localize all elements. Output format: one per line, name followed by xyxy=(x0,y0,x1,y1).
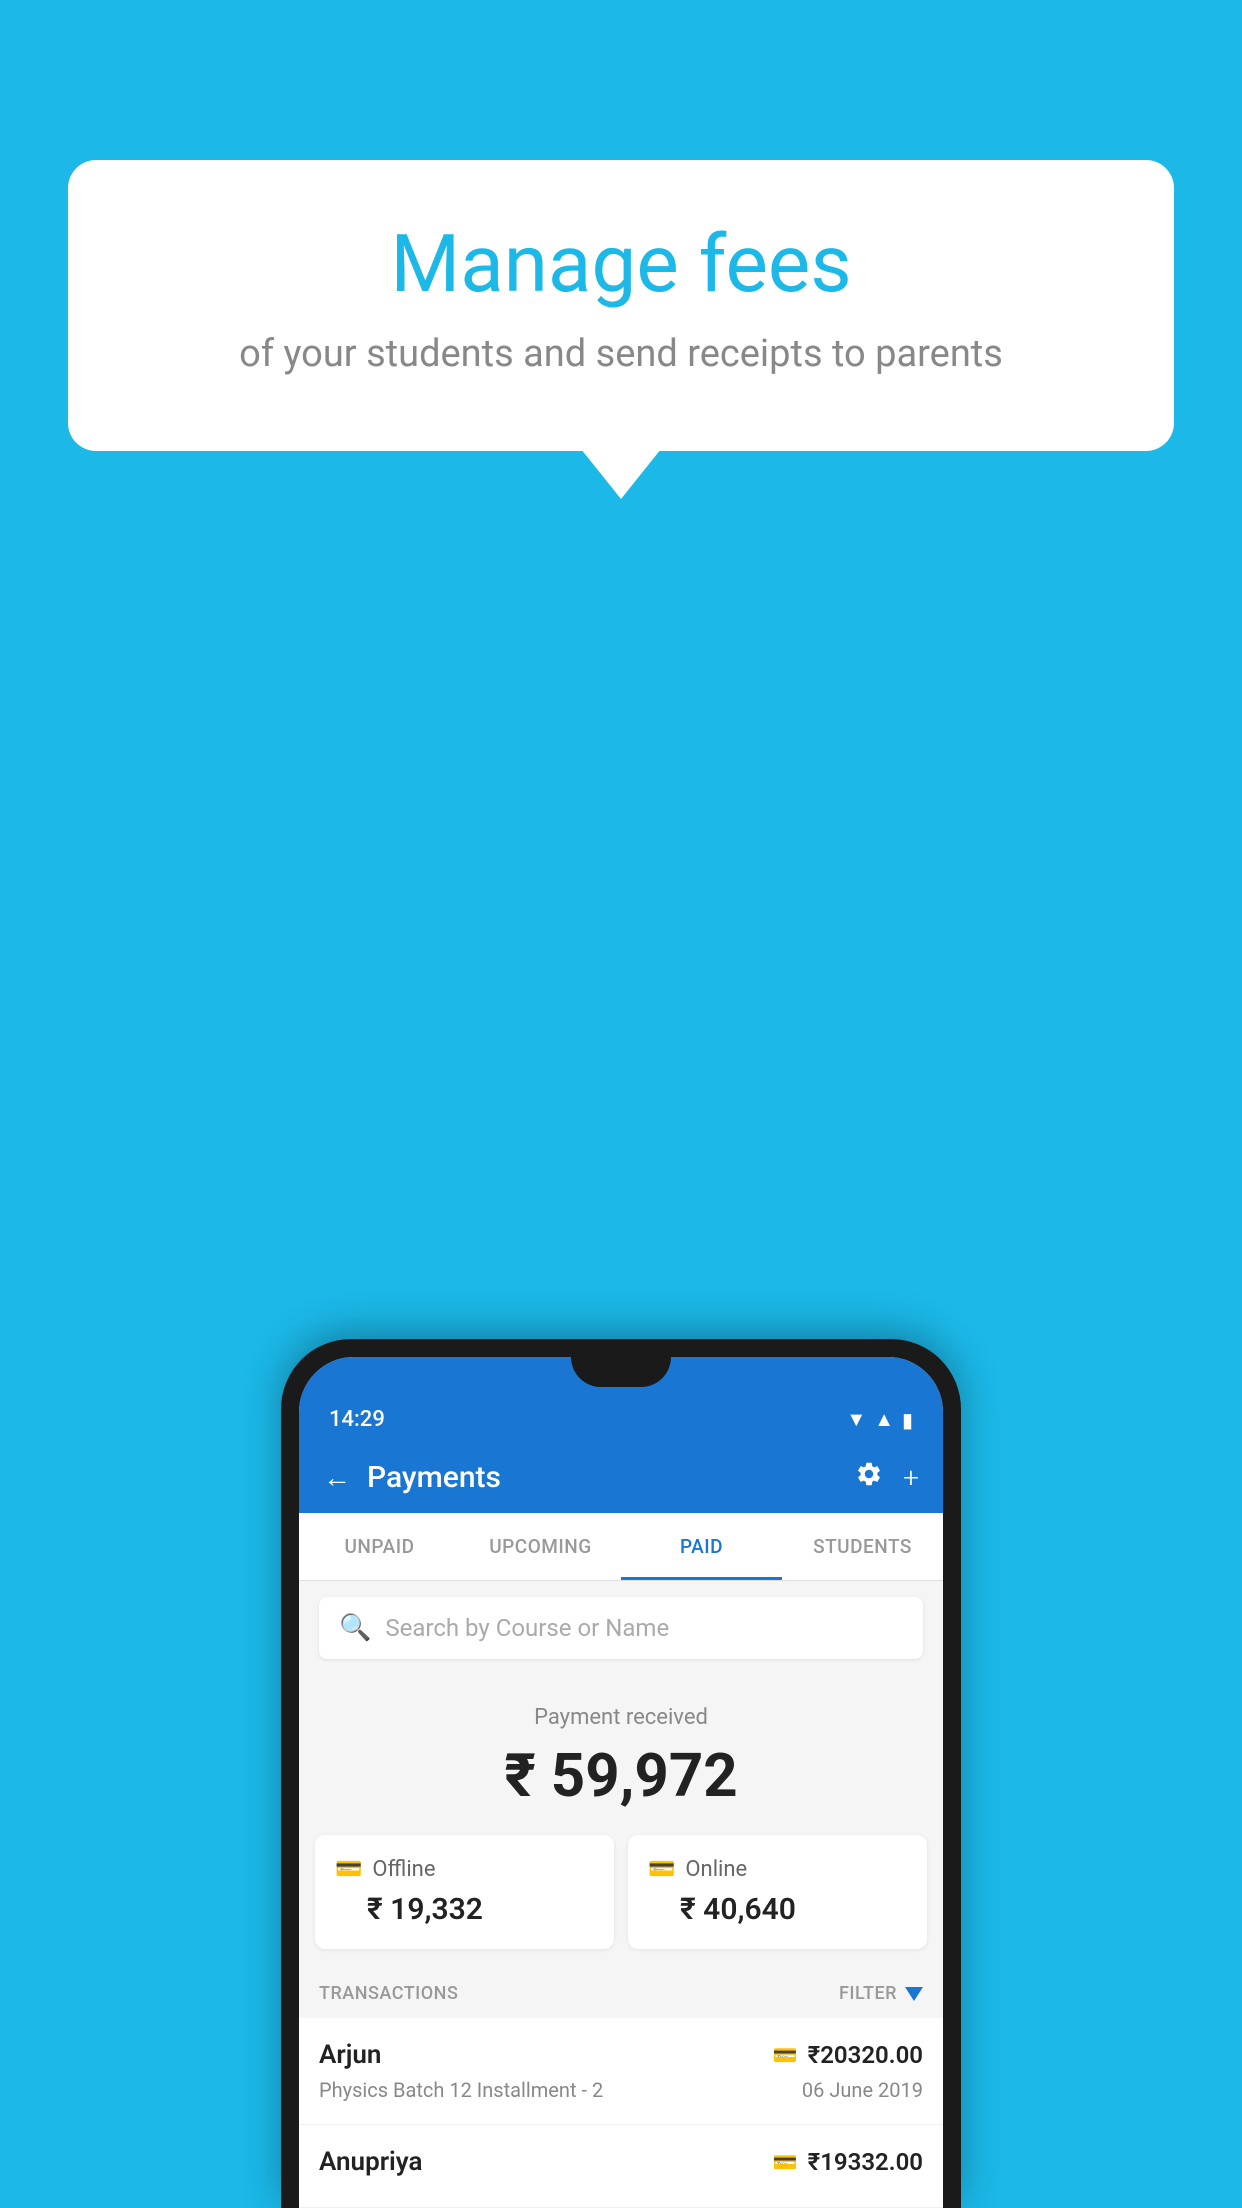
offline-card: 💳 Offline ₹ 19,332 xyxy=(315,1835,614,1949)
tabs-container: UNPAID UPCOMING PAID STUDENTS xyxy=(299,1513,943,1581)
bubble-title: Manage fees xyxy=(148,220,1094,308)
online-card: 💳 Online ₹ 40,640 xyxy=(628,1835,927,1949)
transaction-amount-2: ₹19332.00 xyxy=(808,2148,923,2176)
search-container: 🔍 Search by Course or Name xyxy=(299,1581,943,1675)
offline-card-header: 💳 Offline xyxy=(335,1857,594,1882)
notch-cutout xyxy=(571,1357,671,1387)
phone-inner: 14:29 ▼ ▲ ▮ ← Payments + xyxy=(299,1357,943,2208)
speech-bubble: Manage fees of your students and send re… xyxy=(68,160,1174,451)
online-icon: 💳 xyxy=(648,1857,675,1882)
transaction-name: Arjun xyxy=(319,2040,381,2070)
status-icons: ▼ ▲ ▮ xyxy=(846,1407,913,1432)
back-button[interactable]: ← xyxy=(323,1461,351,1494)
filter-icon xyxy=(905,1987,923,2001)
app-bar: ← Payments + xyxy=(299,1442,943,1513)
speech-bubble-container: Manage fees of your students and send re… xyxy=(68,160,1174,451)
search-input[interactable]: Search by Course or Name xyxy=(385,1614,669,1642)
tab-students[interactable]: STUDENTS xyxy=(782,1513,943,1580)
transactions-header: TRANSACTIONS FILTER xyxy=(299,1969,943,2018)
tab-paid[interactable]: PAID xyxy=(621,1513,782,1580)
online-card-amount: ₹ 40,640 xyxy=(648,1892,907,1927)
transaction-row[interactable]: Arjun 💳 ₹20320.00 Physics Batch 12 Insta… xyxy=(299,2018,943,2125)
phone-frame: 14:29 ▼ ▲ ▮ ← Payments + xyxy=(281,1339,961,2208)
offline-icon: 💳 xyxy=(335,1857,362,1882)
transaction-amount-row: 💳 ₹20320.00 xyxy=(773,2041,923,2069)
wifi-icon: ▼ xyxy=(846,1407,866,1432)
status-bar: 14:29 ▼ ▲ ▮ xyxy=(299,1393,943,1442)
settings-button[interactable] xyxy=(855,1460,883,1495)
card-payment-icon: 💳 xyxy=(773,2043,798,2067)
transactions-label: TRANSACTIONS xyxy=(319,1983,458,2004)
payment-received-amount: ₹ 59,972 xyxy=(319,1740,923,1811)
app-bar-title: Payments xyxy=(367,1460,501,1495)
filter-button[interactable]: FILTER xyxy=(839,1983,923,2004)
transaction-top-2: Anupriya 💳 ₹19332.00 xyxy=(319,2147,923,2177)
online-card-header: 💳 Online xyxy=(648,1857,907,1882)
payment-received-section: Payment received ₹ 59,972 xyxy=(299,1675,943,1835)
transaction-amount-row-2: 💳 ₹19332.00 xyxy=(773,2148,923,2176)
search-bar[interactable]: 🔍 Search by Course or Name xyxy=(319,1597,923,1659)
notch xyxy=(299,1357,943,1393)
status-time: 14:29 xyxy=(329,1407,385,1432)
transaction-name-2: Anupriya xyxy=(319,2147,423,2177)
filter-label: FILTER xyxy=(839,1983,897,2004)
transaction-course: Physics Batch 12 Installment - 2 xyxy=(319,2078,603,2102)
offline-payment-icon: 💳 xyxy=(773,2150,798,2174)
offline-card-amount: ₹ 19,332 xyxy=(335,1892,594,1927)
battery-icon: ▮ xyxy=(902,1408,913,1432)
bubble-subtitle: of your students and send receipts to pa… xyxy=(148,328,1094,381)
offline-card-label: Offline xyxy=(372,1857,435,1882)
search-icon: 🔍 xyxy=(339,1613,371,1643)
tab-unpaid[interactable]: UNPAID xyxy=(299,1513,460,1580)
transaction-top: Arjun 💳 ₹20320.00 xyxy=(319,2040,923,2070)
transaction-date: 06 June 2019 xyxy=(802,2078,923,2102)
payment-received-label: Payment received xyxy=(319,1705,923,1730)
transaction-row-2[interactable]: Anupriya 💳 ₹19332.00 xyxy=(299,2125,943,2208)
signal-icon: ▲ xyxy=(874,1407,894,1432)
online-card-label: Online xyxy=(685,1857,747,1882)
transaction-bottom: Physics Batch 12 Installment - 2 06 June… xyxy=(319,2078,923,2102)
cards-row: 💳 Offline ₹ 19,332 💳 Online ₹ 40,640 xyxy=(299,1835,943,1969)
app-bar-left: ← Payments xyxy=(323,1460,501,1495)
add-button[interactable]: + xyxy=(903,1461,919,1494)
app-bar-actions: + xyxy=(855,1460,919,1495)
tab-upcoming[interactable]: UPCOMING xyxy=(460,1513,621,1580)
transaction-amount: ₹20320.00 xyxy=(808,2041,923,2069)
